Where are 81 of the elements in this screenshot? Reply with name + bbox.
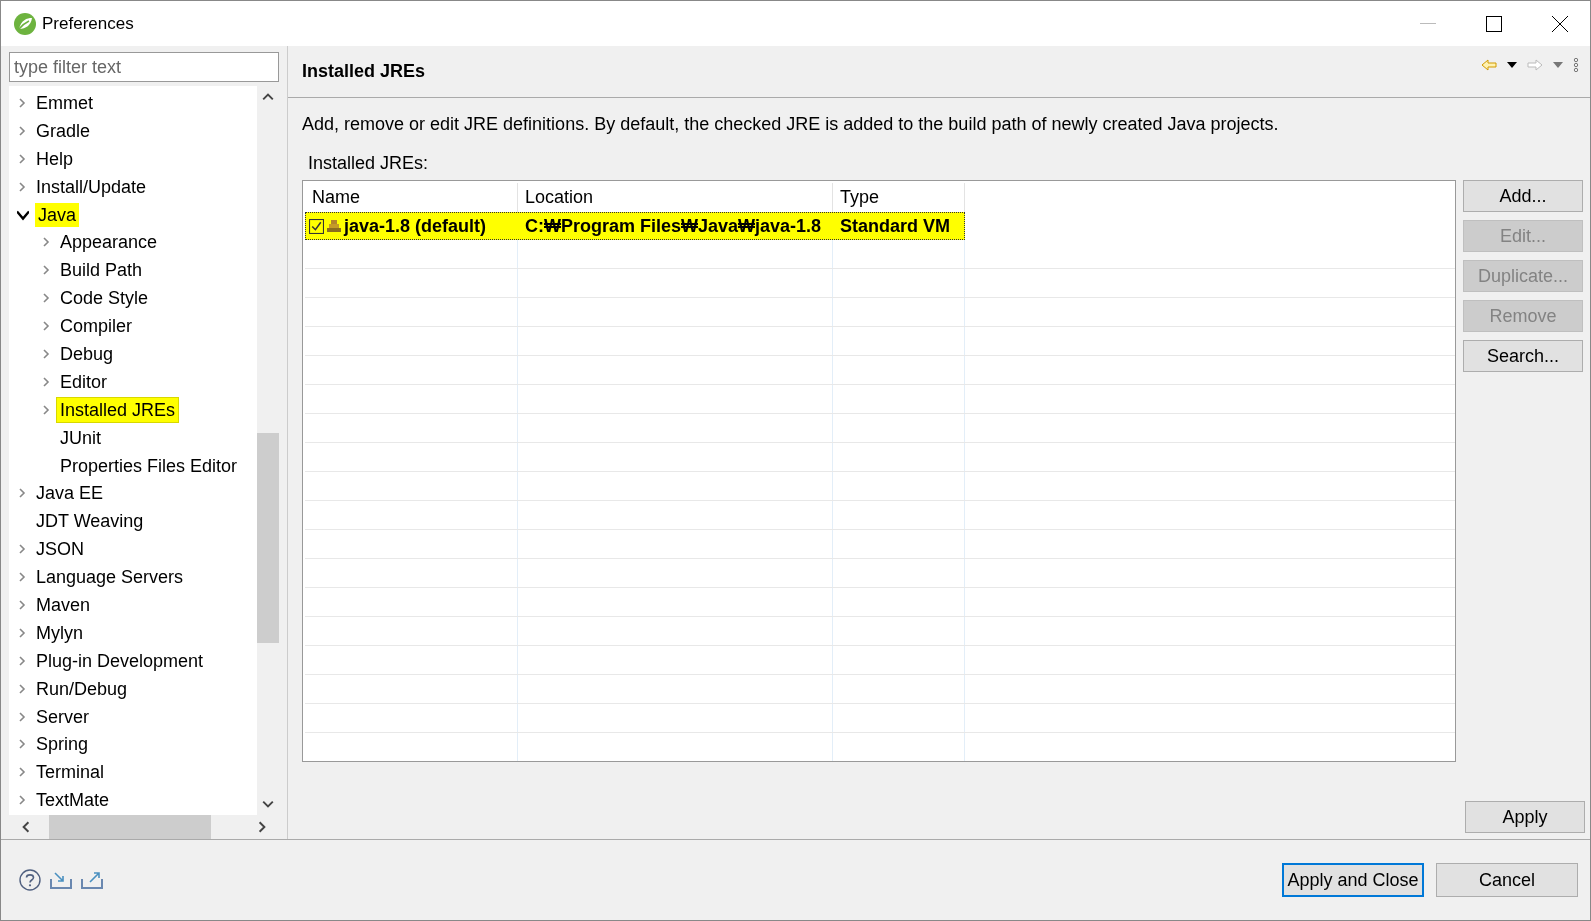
tree-item[interactable]: TextMate <box>33 788 113 813</box>
expand-chevron-icon[interactable] <box>17 599 27 610</box>
scroll-left-icon[interactable] <box>20 821 32 833</box>
more-options-icon[interactable] <box>1573 58 1579 72</box>
tree-item[interactable]: Compiler <box>57 314 136 339</box>
expand-chevron-icon[interactable] <box>41 321 51 332</box>
tree-item[interactable]: Maven <box>33 592 94 617</box>
help-icon[interactable] <box>19 869 41 891</box>
tree-item[interactable]: Server <box>33 704 92 729</box>
description-text: Add, remove or edit JRE definitions. By default, the checked JRE is added to the build path of newly created Java projects. <box>302 114 1280 135</box>
action-button[interactable]: Add... <box>1463 180 1583 212</box>
default-button[interactable]: Apply and Close <box>1282 863 1424 897</box>
tree-item[interactable]: Mylyn <box>33 620 86 645</box>
expand-chevron-icon[interactable] <box>17 181 27 192</box>
expand-chevron-icon[interactable] <box>17 488 27 499</box>
expand-chevron-icon[interactable] <box>41 376 51 387</box>
tree-item[interactable]: Terminal <box>33 760 108 785</box>
import-icon[interactable] <box>50 871 72 889</box>
expand-chevron-icon[interactable] <box>17 711 27 722</box>
app-logo-icon <box>13 11 37 36</box>
expand-chevron-icon[interactable] <box>17 683 27 694</box>
tree-item[interactable]: Debug <box>57 341 117 366</box>
tree-item[interactable]: Build Path <box>57 258 146 283</box>
table-label: Installed JREs: <box>308 153 430 174</box>
expand-chevron-icon[interactable] <box>17 795 27 806</box>
apply-button[interactable]: Apply <box>1465 801 1585 833</box>
expand-chevron-icon[interactable] <box>41 265 51 276</box>
tree-item[interactable]: Editor <box>57 369 111 394</box>
action-button[interactable]: Search... <box>1463 340 1583 372</box>
expand-chevron-icon[interactable] <box>41 348 51 359</box>
tree-item[interactable]: Spring <box>33 732 92 757</box>
tree-item[interactable]: Code Style <box>57 286 152 311</box>
filter-field[interactable]: type filter text <box>9 52 279 82</box>
expand-chevron-icon[interactable] <box>41 293 51 304</box>
scrollbar-thumb[interactable] <box>49 815 211 839</box>
tree-item[interactable]: Java <box>35 202 80 227</box>
table-row[interactable]: java-1.8 (default) C:₩Program Files₩Java₩java-1.8 Standard VM <box>305 212 965 240</box>
expand-chevron-icon[interactable] <box>17 767 27 778</box>
window-title: Preferences <box>42 13 134 34</box>
tree-item[interactable]: Appearance <box>57 230 161 255</box>
expand-chevron-icon[interactable] <box>17 655 27 666</box>
tree-item[interactable]: JUnit <box>57 425 104 450</box>
maximize-icon[interactable] <box>1486 15 1502 32</box>
tree-item[interactable]: Properties Files Editor <box>57 453 241 478</box>
expand-chevron-icon[interactable] <box>17 125 27 136</box>
dropdown-caret-icon[interactable] <box>1507 62 1517 68</box>
tree-item[interactable]: Install/Update <box>33 174 150 199</box>
collapse-chevron-icon[interactable] <box>17 208 29 221</box>
scrollbar-thumb[interactable] <box>257 433 279 643</box>
tree-item[interactable]: Plug-in Development <box>33 648 207 673</box>
tree-item[interactable]: Gradle <box>33 118 94 143</box>
scroll-up-icon[interactable] <box>262 91 274 103</box>
checkbox[interactable] <box>309 218 324 234</box>
tree-item[interactable]: Emmet <box>33 90 96 115</box>
minimize-icon[interactable] <box>1420 22 1436 25</box>
tree-item[interactable]: Help <box>33 146 77 171</box>
close-icon[interactable] <box>1552 15 1568 32</box>
tree-item[interactable]: Java EE <box>33 481 107 506</box>
library-books-icon <box>326 219 342 233</box>
scroll-right-icon[interactable] <box>256 821 268 833</box>
tree-item[interactable]: JDT Weaving <box>33 509 147 534</box>
expand-chevron-icon[interactable] <box>17 153 27 164</box>
tree-item[interactable]: Run/Debug <box>33 676 131 701</box>
expand-chevron-icon[interactable] <box>17 544 27 555</box>
tree-item[interactable]: JSON <box>33 537 87 562</box>
dialog-button[interactable]: Cancel <box>1436 863 1578 897</box>
expand-chevron-icon[interactable] <box>17 627 27 638</box>
expand-chevron-icon[interactable] <box>17 739 27 750</box>
export-icon[interactable] <box>81 871 103 889</box>
table-cell: C:₩Program Files₩Java₩java-1.8 <box>525 215 822 237</box>
table-cell: java-1.8 (default) <box>344 215 487 237</box>
expand-chevron-icon[interactable] <box>41 237 51 248</box>
expand-chevron-icon[interactable] <box>41 404 51 415</box>
scroll-down-icon[interactable] <box>262 798 274 810</box>
expand-chevron-icon[interactable] <box>17 572 27 583</box>
table-cell: Standard VM <box>840 215 950 237</box>
back-arrow-icon[interactable] <box>1481 59 1497 71</box>
page-title: Installed JREs <box>302 61 426 82</box>
tree-item[interactable]: Language Servers <box>33 565 187 590</box>
expand-chevron-icon[interactable] <box>17 97 27 108</box>
tree-item[interactable]: Installed JREs <box>57 397 179 422</box>
